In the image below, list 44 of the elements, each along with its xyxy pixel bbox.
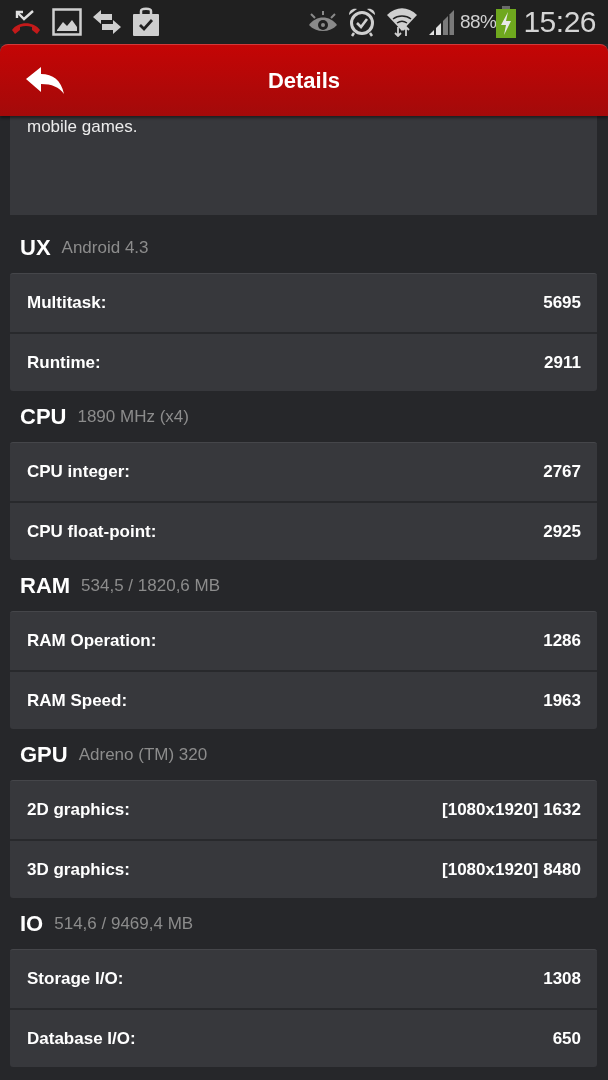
score-label: Runtime: xyxy=(27,352,101,373)
score-value: 5695 xyxy=(543,293,581,313)
section-subtitle: 514,6 / 9469,4 MB xyxy=(54,913,194,934)
score-label: CPU float-point: xyxy=(27,521,157,542)
score-label: 2D graphics: xyxy=(27,800,130,820)
score-value: 2911 xyxy=(544,352,581,373)
score-value: 2767 xyxy=(543,462,581,482)
score-value: 1286 xyxy=(543,631,581,651)
score-value: 1963 xyxy=(543,690,581,711)
section-subtitle: 534,5 / 1820,6 MB xyxy=(81,575,221,596)
section-title: RAM xyxy=(20,572,71,599)
score-value: 650 xyxy=(552,1028,581,1049)
battery-charging-icon xyxy=(496,6,517,38)
back-arrow-icon xyxy=(26,66,64,95)
section-subtitle: 1890 MHz (x4) xyxy=(77,406,189,427)
score-label: CPU integer: xyxy=(27,462,130,482)
section-title: CPU xyxy=(20,403,67,430)
score-value: 2925 xyxy=(543,521,581,542)
missed-call-icon xyxy=(10,8,42,36)
score-value: [1080x1920] 8480 xyxy=(442,859,581,880)
score-value: 1308 xyxy=(543,969,581,989)
score-label: Database I/O: xyxy=(27,1028,136,1049)
score-label: Storage I/O: xyxy=(27,969,124,989)
eye-icon xyxy=(307,10,338,34)
clock-time: 15:26 xyxy=(523,5,596,39)
section-subtitle: Android 4.3 xyxy=(61,237,149,258)
score-value: [1080x1920] 1632 xyxy=(442,800,581,820)
score-label: Multitask: xyxy=(27,293,107,313)
section-subtitle: Adreno (TM) 320 xyxy=(78,744,208,765)
battery-percentage: 88% xyxy=(459,11,497,33)
section-title: IO xyxy=(20,910,44,937)
signal-bars-icon xyxy=(427,9,454,35)
swap-arrows-icon xyxy=(92,9,122,35)
score-label: 3D graphics: xyxy=(27,859,130,880)
image-icon xyxy=(52,8,82,36)
page-title: Details xyxy=(267,67,341,94)
wifi-icon xyxy=(385,7,418,37)
score-label: RAM Speed: xyxy=(27,690,128,711)
bag-check-icon xyxy=(132,7,160,37)
score-label: RAM Operation: xyxy=(27,631,157,651)
description-text: mobile games. xyxy=(27,117,139,136)
section-title: GPU xyxy=(20,741,68,768)
section-title: UX xyxy=(20,234,51,261)
alarm-clock-icon xyxy=(347,7,376,37)
